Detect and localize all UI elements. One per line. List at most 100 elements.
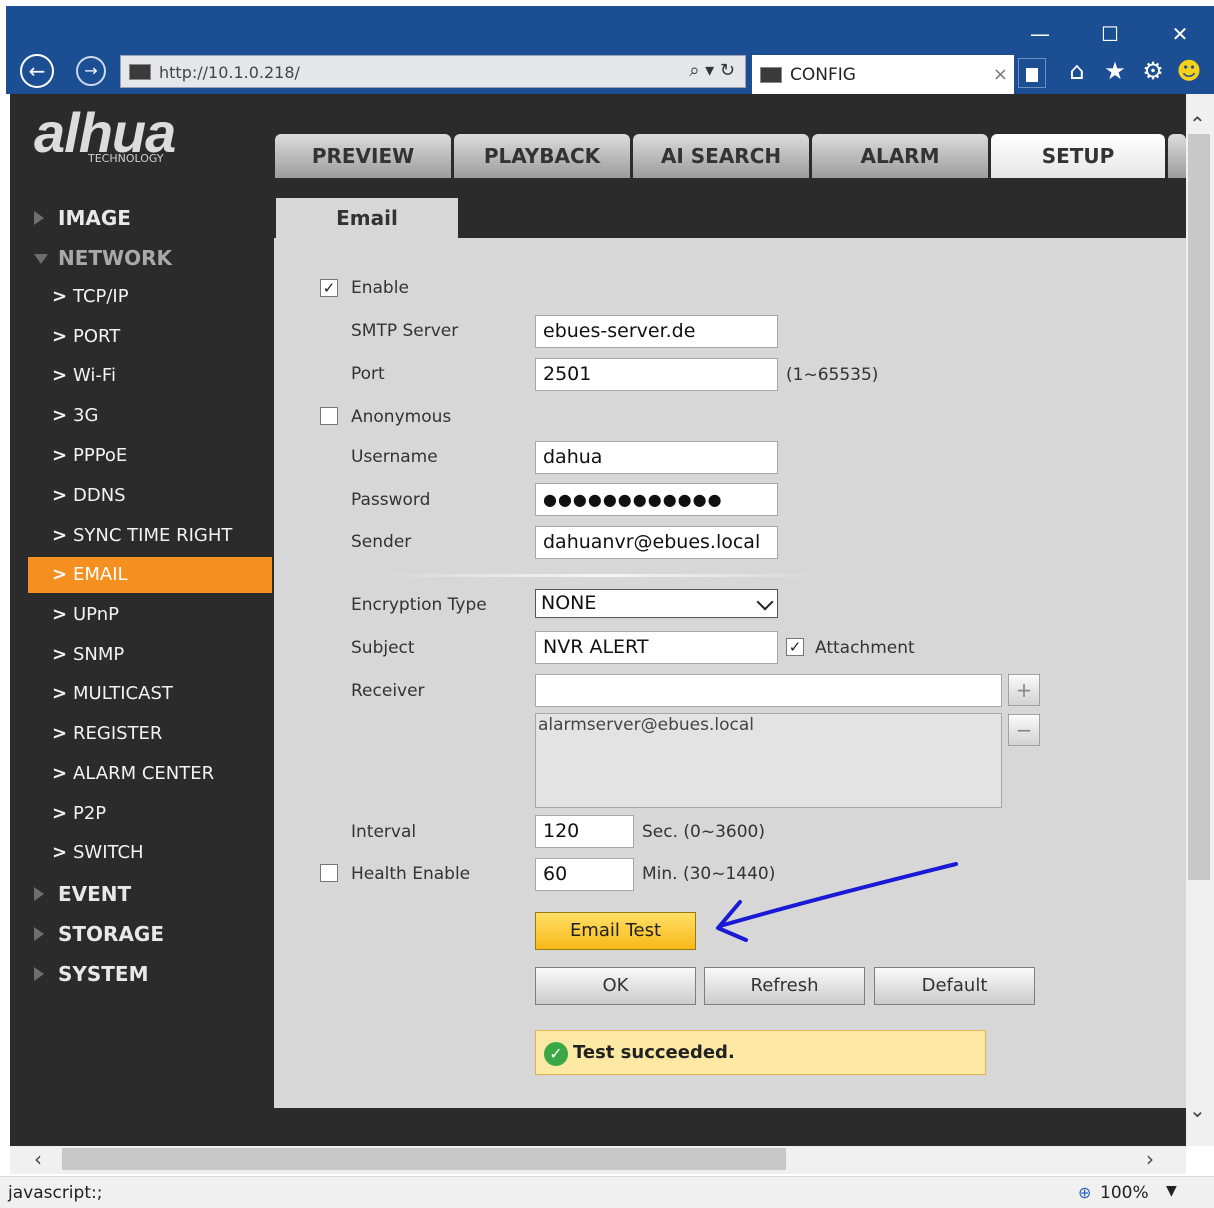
attachment-checkbox[interactable]: ✓ [786, 638, 804, 656]
chevron-right-icon: > [52, 365, 68, 386]
vertical-scroll-thumb[interactable] [1188, 134, 1210, 880]
expanded-arrow-icon [34, 254, 48, 264]
receiver-input[interactable] [535, 674, 1002, 707]
zoom-level[interactable]: 100% [1100, 1183, 1149, 1203]
browser-tab-config[interactable]: CONFIG × [752, 55, 1014, 95]
chevron-right-icon: > [52, 842, 68, 863]
forward-button[interactable]: → [76, 56, 106, 86]
ok-button[interactable]: OK [535, 967, 696, 1005]
tab-title: CONFIG [790, 65, 856, 85]
smiley-feedback-icon[interactable]: ☻ [1172, 54, 1206, 88]
receiver-label: Receiver [351, 681, 425, 701]
chevron-right-icon: > [52, 445, 68, 466]
health-enable-checkbox[interactable] [320, 864, 338, 882]
back-button[interactable]: ← [20, 54, 54, 88]
username-field[interactable]: dahua [535, 441, 778, 474]
chevron-down-icon [756, 593, 774, 611]
sidebar-item-pppoe[interactable]: > PPPoE [28, 438, 272, 474]
sidebar-item-sync-time-right[interactable]: > SYNC TIME RIGHT [28, 518, 272, 554]
remove-receiver-button[interactable]: − [1008, 714, 1040, 746]
url-text[interactable]: http://10.1.0.218/ [159, 63, 300, 82]
interval-label: Interval [351, 822, 417, 842]
new-tab-button[interactable] [1018, 58, 1046, 88]
zoom-magnifier-icon[interactable]: ⊕ [1078, 1183, 1091, 1202]
tab-setup[interactable]: SETUP [991, 134, 1165, 178]
sidebar-item-wifi[interactable]: > Wi-Fi [28, 358, 272, 394]
default-button[interactable]: Default [874, 967, 1035, 1005]
chevron-right-icon: > [52, 286, 68, 307]
sidebar-item-3g[interactable]: >3G [28, 398, 272, 434]
favorites-star-icon[interactable]: ★ [1098, 54, 1132, 88]
sidebar-item-p2p[interactable]: > P2P [28, 796, 272, 832]
scroll-up-icon[interactable]: ⌃ [1189, 112, 1206, 136]
tab-favicon-icon [760, 67, 782, 83]
tab-ai-search[interactable]: AI SEARCH [633, 134, 809, 178]
subject-label: Subject [351, 638, 415, 658]
chevron-right-icon: > [52, 683, 68, 704]
tab-overflow [1168, 134, 1186, 178]
sender-field[interactable]: dahuanvr@ebues.local [535, 526, 778, 559]
chevron-right-icon: > [52, 525, 68, 546]
sidebar-item-label: SWITCH [73, 842, 144, 863]
list-item[interactable]: alarmserver@ebues.local [536, 714, 1001, 736]
sidebar-item-email[interactable]: > EMAIL [28, 557, 272, 593]
tab-email[interactable]: Email [276, 198, 458, 238]
encryption-type-value: NONE [541, 592, 597, 614]
scroll-left-icon[interactable]: ‹ [34, 1147, 42, 1171]
enable-label: Enable [351, 278, 409, 298]
interval-field[interactable]: 120 [535, 815, 634, 848]
sidebar-item-label: UPnP [73, 604, 119, 625]
enable-checkbox[interactable]: ✓ [320, 279, 338, 297]
minimize-button[interactable]: — [1022, 22, 1058, 46]
sidebar-item-ddns[interactable]: > DDNS [28, 478, 272, 514]
smtp-server-field[interactable]: ebues-server.de [535, 315, 778, 348]
maximize-button[interactable]: ☐ [1092, 22, 1128, 46]
sidebar-item-register[interactable]: > REGISTER [28, 716, 272, 752]
sidebar-item-label: Wi-Fi [73, 365, 116, 386]
sidebar-group-storage[interactable]: STORAGE [58, 922, 164, 946]
sidebar-item-tcpip[interactable]: > TCP/IP [28, 279, 272, 315]
settings-gear-icon[interactable]: ⚙ [1136, 54, 1170, 88]
sender-label: Sender [351, 532, 412, 552]
scroll-down-icon[interactable]: ⌄ [1189, 1098, 1206, 1122]
site-favicon-icon [129, 64, 151, 80]
sidebar-group-image[interactable]: IMAGE [58, 206, 131, 230]
address-bar[interactable]: http://10.1.0.218/ ⌕ ▾ ↻ [120, 55, 746, 88]
port-field[interactable]: 2501 [535, 358, 778, 391]
sidebar-item-label: PPPoE [73, 445, 128, 466]
receiver-list[interactable]: alarmserver@ebues.local [535, 713, 1002, 808]
chevron-right-icon: > [52, 604, 68, 625]
tab-alarm[interactable]: ALARM [812, 134, 988, 178]
status-bar: javascript:; ⊕ 100% ▼ [0, 1176, 1214, 1208]
password-field[interactable]: ●●●●●●●●●●●● [535, 483, 778, 516]
sidebar-item-multicast[interactable]: > MULTICAST [28, 676, 272, 712]
tab-preview[interactable]: PREVIEW [275, 134, 451, 178]
subject-field[interactable]: NVR ALERT [535, 631, 778, 664]
sidebar-item-alarm-center[interactable]: > ALARM CENTER [28, 756, 272, 792]
sidebar-group-system[interactable]: SYSTEM [58, 962, 149, 986]
sidebar-item-label: P2P [73, 803, 107, 824]
chevron-down-icon[interactable]: ▼ [1166, 1183, 1177, 1199]
close-window-button[interactable]: ✕ [1162, 22, 1198, 46]
dahua-logo: alhua TECHNOLOGY [10, 94, 274, 180]
sidebar-item-port[interactable]: > PORT [28, 319, 272, 355]
horizontal-scroll-thumb[interactable] [62, 1148, 786, 1170]
sidebar-item-switch[interactable]: > SWITCH [28, 835, 272, 871]
sidebar-group-network[interactable]: NETWORK [58, 246, 172, 270]
annotation-arrow-icon [716, 862, 958, 942]
add-receiver-button[interactable]: + [1008, 674, 1040, 706]
collapsed-arrow-icon [34, 887, 44, 901]
tab-playback[interactable]: PLAYBACK [454, 134, 630, 178]
sidebar-item-upnp[interactable]: > UPnP [28, 597, 272, 633]
health-interval-field[interactable]: 60 [535, 858, 634, 891]
tab-close-icon[interactable]: × [993, 64, 1008, 85]
encryption-type-select[interactable]: NONE [535, 589, 778, 618]
refresh-button[interactable]: Refresh [704, 967, 865, 1005]
search-refresh-icons[interactable]: ⌕ ▾ ↻ [689, 60, 735, 81]
sidebar-item-snmp[interactable]: > SNMP [28, 637, 272, 673]
scroll-right-icon[interactable]: › [1146, 1147, 1154, 1171]
home-icon[interactable]: ⌂ [1060, 54, 1094, 88]
sidebar-group-event[interactable]: EVENT [58, 882, 131, 906]
email-test-button[interactable]: Email Test [535, 912, 696, 950]
anonymous-checkbox[interactable] [320, 407, 338, 425]
